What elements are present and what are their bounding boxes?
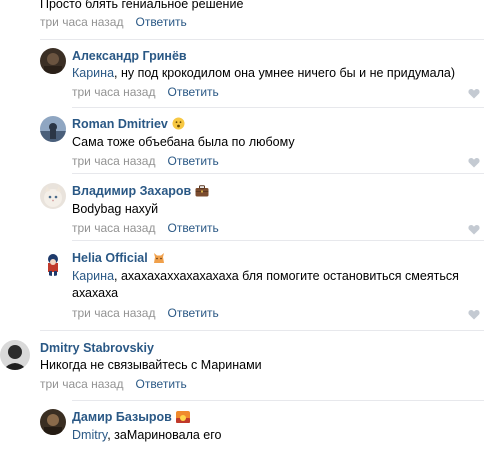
avatar[interactable] [40, 250, 66, 276]
mention-link[interactable]: Карина [72, 269, 114, 283]
comment-text: Dmitry, заМариновала его [72, 427, 474, 444]
comment-text: Карина, ну под крокодилом она умнее ниче… [72, 65, 474, 82]
like-heart-icon[interactable] [468, 88, 480, 99]
comment-text: Никогда не связывайтесь с Маринами [40, 358, 262, 372]
reply-link[interactable]: Ответить [167, 221, 218, 235]
comment-time[interactable]: три часа назад [40, 15, 123, 29]
author-name[interactable]: Александр Гринёв [72, 48, 187, 64]
comment-body: , ахахахаххахахахаха бля помогите остано… [72, 269, 459, 300]
comment-text: Сама тоже объебана была по любому [72, 135, 295, 149]
avatar[interactable] [40, 116, 66, 142]
author-name: Владимир Захаров [72, 183, 209, 201]
comment-body: , ну под крокодилом она умнее ничего бы … [114, 66, 455, 80]
reply-link[interactable]: Ответить [167, 85, 218, 99]
comment-time[interactable]: три часа назад [40, 377, 123, 391]
comment-meta: три часа назад Ответить [72, 85, 219, 99]
reply-link[interactable]: Ответить [135, 377, 186, 391]
separator [72, 107, 484, 108]
separator [72, 240, 484, 241]
comment-time[interactable]: три часа назад [72, 154, 155, 168]
avatar[interactable] [40, 48, 66, 74]
mention-link[interactable]: Dmitry [72, 428, 107, 442]
emoji-icon [172, 117, 185, 134]
author-link[interactable]: Дамир Базыров [72, 410, 172, 424]
author-name[interactable]: Dmitry Stabrovskiy [40, 340, 154, 356]
mention-link[interactable]: Карина [72, 66, 114, 80]
author-link[interactable]: Helia Official [72, 251, 148, 265]
like-heart-icon[interactable] [468, 224, 480, 235]
comment-text: Bodybag нахуй [72, 202, 159, 216]
like-heart-icon[interactable] [468, 157, 480, 168]
author-link[interactable]: Владимир Захаров [72, 184, 191, 198]
comment-time[interactable]: три часа назад [72, 85, 155, 99]
author-name: Roman Dmitriev [72, 116, 185, 134]
briefcase-icon [195, 185, 209, 201]
separator [40, 330, 484, 331]
comment-meta: три часа назад Ответить [40, 15, 187, 29]
cat-icon [152, 252, 166, 268]
author-name: Helia Official [72, 250, 166, 268]
comment-meta: три часа назад Ответить [72, 221, 219, 235]
comment-text: Просто блять гениальное решение [40, 0, 244, 11]
comment-text: Карина, ахахахаххахахахаха бля помогите … [72, 268, 474, 302]
author-name: Дамир Базыров [72, 409, 190, 427]
separator [72, 173, 484, 174]
comment-meta: три часа назад Ответить [40, 377, 187, 391]
like-heart-icon[interactable] [468, 309, 480, 320]
separator [40, 39, 484, 40]
reply-link[interactable]: Ответить [135, 15, 186, 29]
reply-link[interactable]: Ответить [167, 306, 218, 320]
comment-meta: три часа назад Ответить [72, 306, 219, 320]
comment-meta: три часа назад Ответить [72, 154, 219, 168]
avatar[interactable] [40, 183, 66, 209]
reply-link[interactable]: Ответить [167, 154, 218, 168]
comment-body: , заМариновала его [107, 428, 222, 442]
avatar[interactable] [40, 409, 66, 435]
author-link[interactable]: Roman Dmitriev [72, 117, 168, 131]
avatar[interactable] [0, 340, 30, 370]
sunset-icon [175, 411, 190, 427]
separator [72, 400, 484, 401]
comment-time[interactable]: три часа назад [72, 221, 155, 235]
comment-time[interactable]: три часа назад [72, 306, 155, 320]
